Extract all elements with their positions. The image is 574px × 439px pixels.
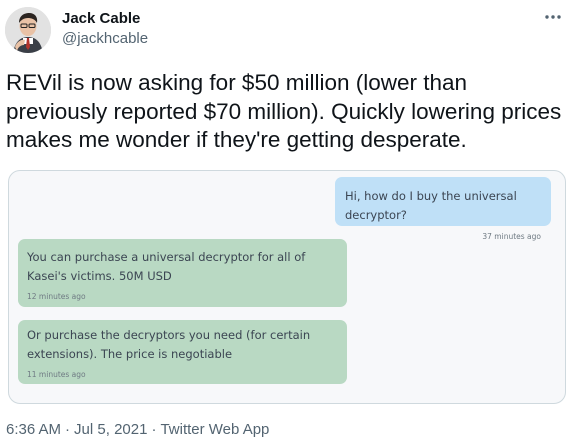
chat-message-incoming: Or purchase the decryptors you need (for… (18, 320, 347, 384)
attached-image[interactable]: Hi, how do I buy the universal decryptor… (8, 170, 566, 404)
more-options-button[interactable] (542, 8, 564, 26)
more-dots-icon (545, 15, 561, 19)
avatar[interactable] (5, 7, 51, 53)
chat-message-text: Hi, how do I buy the universal decryptor… (345, 189, 517, 222)
tweet-source-app[interactable]: Twitter Web App (160, 421, 269, 438)
author-handle[interactable]: @jackhcable (62, 29, 148, 49)
tweet-text: REVil is now asking for $50 million (low… (6, 70, 562, 152)
chat-message-time: 12 minutes ago (27, 292, 86, 301)
author-name[interactable]: Jack Cable (62, 10, 148, 28)
chat-message-text: Or purchase the decryptors you need (for… (27, 328, 311, 361)
separator: · (65, 421, 71, 438)
chat-message-incoming: You can purchase a universal decryptor f… (18, 239, 347, 307)
chat-message-outgoing: Hi, how do I buy the universal decryptor… (335, 177, 551, 241)
tweet-author: Jack Cable @jackhcable (62, 10, 148, 49)
chat-message-time: 11 minutes ago (27, 370, 86, 379)
tweet-time[interactable]: 6:36 AM (6, 421, 61, 438)
tweet-date[interactable]: Jul 5, 2021 (74, 421, 147, 438)
tweet-metadata: 6:36 AM · Jul 5, 2021 · Twitter Web App (6, 421, 269, 439)
chat-message-time: 37 minutes ago (482, 232, 541, 241)
chat-message-text: You can purchase a universal decryptor f… (27, 250, 306, 283)
avatar-photo-icon (5, 7, 51, 53)
separator: · (151, 421, 157, 438)
